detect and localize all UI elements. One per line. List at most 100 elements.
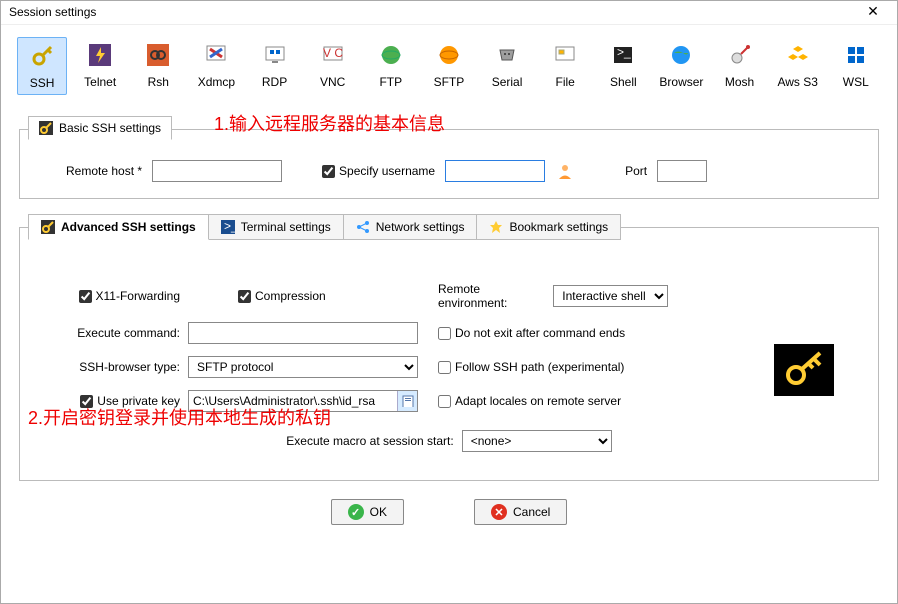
- tool-mosh[interactable]: Mosh: [715, 37, 765, 95]
- terminal-icon: >_: [221, 220, 235, 234]
- tab-network[interactable]: Network settings: [344, 214, 478, 240]
- tool-vnc[interactable]: V C VNC: [308, 37, 358, 95]
- close-icon[interactable]: ✕: [857, 3, 889, 20]
- x11-checkbox[interactable]: X11-Forwarding: [48, 289, 188, 303]
- btn-label: OK: [370, 505, 387, 519]
- basic-ssh-tab[interactable]: Basic SSH settings: [28, 116, 172, 140]
- globe-blue-icon: [667, 41, 695, 69]
- satellite-icon: [726, 41, 754, 69]
- file-icon: [551, 41, 579, 69]
- check-icon: ✓: [348, 504, 364, 520]
- tool-label: Rsh: [148, 75, 169, 89]
- tool-label: Aws S3: [777, 75, 817, 89]
- tab-label: Advanced SSH settings: [61, 220, 196, 234]
- monitor-icon: [261, 41, 289, 69]
- svg-text:V C: V C: [323, 46, 343, 60]
- tool-label: Shell: [610, 75, 637, 89]
- annotation-2: 2.开启密钥登录并使用本地生成的私钥: [28, 404, 331, 430]
- compression-checkbox[interactable]: Compression: [188, 289, 418, 303]
- port-label: Port: [625, 164, 647, 178]
- btn-label: Cancel: [513, 505, 550, 519]
- tool-rsh[interactable]: Rsh: [133, 37, 183, 95]
- network-icon: [356, 220, 370, 234]
- port-input[interactable]: [657, 160, 707, 182]
- tool-serial[interactable]: Serial: [482, 37, 532, 95]
- tool-label: Xdmcp: [198, 75, 235, 89]
- username-input[interactable]: [445, 160, 545, 182]
- ssh-browser-label: SSH-browser type:: [48, 360, 188, 374]
- tool-xdmcp[interactable]: Xdmcp: [191, 37, 241, 95]
- windows-icon: [842, 41, 870, 69]
- follow-ssh-checkbox[interactable]: Follow SSH path (experimental): [418, 360, 668, 374]
- svg-text:>_: >_: [224, 220, 235, 233]
- tool-ssh[interactable]: SSH: [17, 37, 67, 95]
- session-type-toolbar: SSH Telnet Rsh Xdmcp RDP V C VNC FTP SFT…: [1, 25, 897, 99]
- key-small-icon: [39, 121, 53, 135]
- remote-host-input[interactable]: [152, 160, 282, 182]
- adapt-locales-checkbox[interactable]: Adapt locales on remote server: [418, 394, 668, 408]
- cb-label: Specify username: [339, 164, 435, 178]
- tool-label: RDP: [262, 75, 287, 89]
- tool-label: SSH: [30, 76, 55, 90]
- x-icon: ✕: [491, 504, 507, 520]
- titlebar: Session settings ✕: [1, 1, 897, 25]
- macro-select[interactable]: <none>: [462, 430, 612, 452]
- tool-label: SFTP: [434, 75, 465, 89]
- remote-host-label: Remote host *: [66, 164, 142, 178]
- lightning-icon: [86, 41, 114, 69]
- tool-label: WSL: [843, 75, 869, 89]
- globe-green-icon: [377, 41, 405, 69]
- tool-label: Serial: [492, 75, 523, 89]
- key-small-icon: [41, 220, 55, 234]
- cubes-icon: [784, 41, 812, 69]
- tool-label: FTP: [379, 75, 402, 89]
- ssh-browser-select[interactable]: SFTP protocol: [188, 356, 418, 378]
- tab-advanced-ssh[interactable]: Advanced SSH settings: [28, 214, 209, 240]
- advanced-ssh-panel: Advanced SSH settings >_ Terminal settin…: [19, 227, 879, 481]
- annotation-1: 1.输入远程服务器的基本信息: [214, 110, 445, 136]
- cancel-button[interactable]: ✕ Cancel: [474, 499, 567, 525]
- dialog-buttons: ✓ OK ✕ Cancel: [1, 499, 897, 525]
- remote-env-label: Remote environment:: [438, 282, 547, 310]
- ok-button[interactable]: ✓ OK: [331, 499, 404, 525]
- user-icon[interactable]: [555, 161, 575, 181]
- tool-wsl[interactable]: WSL: [831, 37, 881, 95]
- exec-cmd-label: Execute command:: [48, 326, 188, 340]
- tab-bookmark[interactable]: Bookmark settings: [477, 214, 621, 240]
- tool-label: Browser: [659, 75, 703, 89]
- tool-label: VNC: [320, 75, 345, 89]
- specify-username-checkbox[interactable]: Specify username: [322, 164, 435, 178]
- tab-terminal[interactable]: >_ Terminal settings: [209, 214, 344, 240]
- x-icon: [202, 41, 230, 69]
- tool-ftp[interactable]: FTP: [366, 37, 416, 95]
- file-browse-icon[interactable]: [397, 391, 417, 411]
- tab-label: Network settings: [376, 220, 465, 234]
- star-icon: [489, 220, 503, 234]
- window-title: Session settings: [9, 5, 96, 19]
- basic-ssh-panel: Basic SSH settings 1.输入远程服务器的基本信息 Remote…: [19, 129, 879, 199]
- tab-label: Terminal settings: [241, 220, 331, 234]
- globe-orange-icon: [435, 41, 463, 69]
- tool-label: Telnet: [84, 75, 116, 89]
- tool-rdp[interactable]: RDP: [250, 37, 300, 95]
- tool-telnet[interactable]: Telnet: [75, 37, 125, 95]
- svg-text:>_: >_: [617, 45, 631, 59]
- exec-cmd-input[interactable]: [188, 322, 418, 344]
- key-icon: [28, 42, 56, 70]
- tab-label: Bookmark settings: [509, 220, 608, 234]
- tool-label: Mosh: [725, 75, 754, 89]
- tool-aws[interactable]: Aws S3: [773, 37, 823, 95]
- shell-icon: >_: [609, 41, 637, 69]
- tool-browser[interactable]: Browser: [656, 37, 706, 95]
- specify-username-cb[interactable]: [322, 165, 335, 178]
- link-icon: [144, 41, 172, 69]
- tool-sftp[interactable]: SFTP: [424, 37, 474, 95]
- remote-env-select[interactable]: Interactive shell: [553, 285, 668, 307]
- macro-label: Execute macro at session start:: [286, 434, 453, 448]
- vnc-icon: V C: [319, 41, 347, 69]
- no-exit-checkbox[interactable]: Do not exit after command ends: [418, 326, 668, 340]
- tool-file[interactable]: File: [540, 37, 590, 95]
- tool-shell[interactable]: >_ Shell: [598, 37, 648, 95]
- serial-icon: [493, 41, 521, 69]
- advanced-tabs: Advanced SSH settings >_ Terminal settin…: [28, 214, 621, 240]
